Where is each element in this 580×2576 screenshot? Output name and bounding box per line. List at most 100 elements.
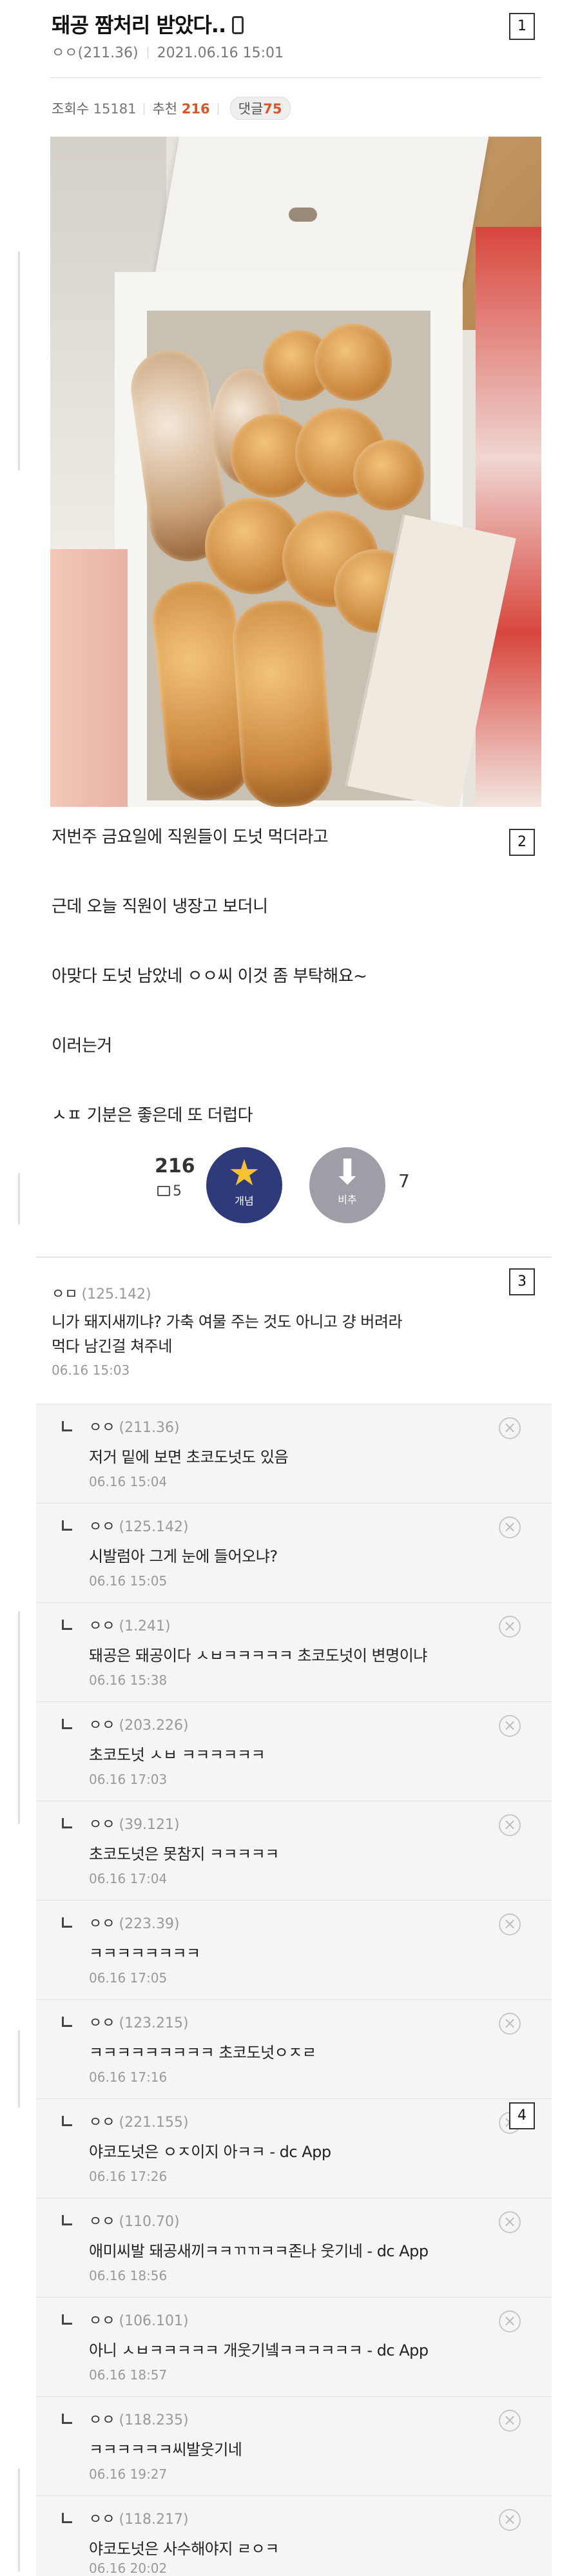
comment-icon bbox=[157, 1186, 170, 1196]
arrow-down-icon: ⬇ bbox=[333, 1152, 362, 1192]
reply-nick: ㅇㅇ bbox=[89, 2015, 115, 2031]
reply-nick: ㅇㅇ bbox=[89, 2115, 115, 2131]
delete-icon[interactable]: × bbox=[499, 1814, 521, 1836]
reply-author[interactable]: ㅇㅇ (125.142) bbox=[89, 1515, 189, 1536]
reply-author[interactable]: ㅇㅇ (39.121) bbox=[89, 1813, 180, 1834]
delete-icon[interactable]: × bbox=[499, 1616, 521, 1638]
post-title-text: 돼공 짬처리 받았다.. bbox=[52, 13, 226, 37]
post-author[interactable]: ㅇㅇ(211.36) bbox=[52, 45, 139, 61]
delete-icon[interactable]: × bbox=[499, 2211, 521, 2233]
reply-date: 06.16 15:04 bbox=[89, 1474, 168, 1489]
reply-ip: (39.121) bbox=[119, 1817, 180, 1833]
reply-nick: ㅇㅇ bbox=[89, 1420, 115, 1436]
reply-text: ㅋㅋㅋㅋㅋㅋ씨발웃기네 bbox=[89, 2441, 242, 2459]
reply-author[interactable]: ㅇㅇ (1.241) bbox=[89, 1614, 171, 1635]
reply-author[interactable]: ㅇㅇ (203.226) bbox=[89, 1714, 189, 1734]
reply-item: ㅇㅇ (1.241) 돼공은 돼공이다 ㅅㅂㅋㅋㅋㅋㅋ 초코도넛이 변명이냐 06… bbox=[36, 1602, 552, 1701]
reply-nick: ㅇㅇ bbox=[89, 2214, 115, 2230]
post-title: 돼공 짬처리 받았다.. bbox=[52, 9, 244, 39]
reply-date: 06.16 17:05 bbox=[89, 1970, 168, 1986]
reply-arrow-icon bbox=[62, 1421, 72, 1431]
marker-4: 4 bbox=[509, 2102, 535, 2129]
reply-author[interactable]: ㅇㅇ (106.101) bbox=[89, 2309, 189, 2330]
post-meta: ㅇㅇ(211.36) 2021.06.16 15:01 bbox=[52, 41, 284, 62]
reply-text: 애미씨발 돼공새끼ㅋㅋㄲㄲㅋㅋ존나 웃기네 - dc App bbox=[89, 2242, 429, 2260]
vote-up-button[interactable]: ★ 개념 bbox=[206, 1147, 282, 1223]
reply-nick: ㅇㅇ bbox=[89, 1519, 115, 1535]
reply-text: 아니 ㅅㅂㅋㅋㅋㅋㅋ 개웃기넼ㅋㅋㅋㅋㅋㅋ - dc App bbox=[89, 2341, 429, 2359]
reply-author[interactable]: ㅇㅇ (123.215) bbox=[89, 2011, 189, 2032]
delete-icon[interactable]: × bbox=[499, 1715, 521, 1737]
reply-ip: (1.241) bbox=[119, 1618, 171, 1634]
delete-icon[interactable]: × bbox=[499, 2509, 521, 2531]
reply-ip: (123.215) bbox=[119, 2015, 189, 2031]
delete-icon[interactable]: × bbox=[499, 2410, 521, 2432]
edge-line bbox=[18, 2468, 20, 2571]
reply-text: 야코도넛은 ㅇㅈ이지 아ㅋㅋ - dc App bbox=[89, 2143, 331, 2161]
reply-nick: ㅇㅇ bbox=[89, 1718, 115, 1734]
reply-arrow-icon bbox=[62, 2116, 72, 2126]
reply-author[interactable]: ㅇㅇ (211.36) bbox=[89, 1416, 180, 1437]
reply-text: 초코도넛 ㅅㅂ ㅋㅋㅋㅋㅋㅋ bbox=[89, 1746, 266, 1764]
delete-icon[interactable]: × bbox=[499, 2013, 521, 2035]
reply-date: 06.16 18:57 bbox=[89, 2367, 168, 2383]
reply-text: 초코도넛은 못참지 ㅋㅋㅋㅋㅋ bbox=[89, 1845, 279, 1863]
reply-ip: (118.235) bbox=[119, 2412, 189, 2428]
photo-box-lid bbox=[153, 137, 489, 285]
reply-date: 06.16 15:38 bbox=[89, 1672, 168, 1688]
reply-date: 06.16 19:27 bbox=[89, 2466, 168, 2482]
reply-ip: (223.39) bbox=[119, 1916, 180, 1932]
recommend-count: 216 bbox=[181, 101, 210, 117]
header-divider bbox=[50, 77, 541, 78]
reply-author[interactable]: ㅇㅇ (118.217) bbox=[89, 2508, 189, 2528]
comment-date: 06.16 15:03 bbox=[52, 1362, 130, 1378]
reply-date: 06.16 18:56 bbox=[89, 2268, 168, 2283]
reply-arrow-icon bbox=[62, 1818, 72, 1828]
comment-text-line-2: 먹다 남긴걸 쳐주네 bbox=[52, 1337, 172, 1355]
comment-author[interactable]: ㅇㅁ (125.142) bbox=[52, 1283, 528, 1303]
reply-arrow-icon bbox=[62, 2513, 72, 2523]
star-icon: ★ bbox=[227, 1152, 261, 1194]
comments-count: 75 bbox=[263, 101, 282, 117]
vote-comment-count-value: 5 bbox=[173, 1183, 182, 1199]
reply-author[interactable]: ㅇㅇ (118.235) bbox=[89, 2408, 189, 2429]
reply-date: 06.16 17:26 bbox=[89, 2169, 168, 2184]
reply-author[interactable]: ㅇㅇ (221.155) bbox=[89, 2111, 189, 2131]
comment-item: ㅇㅁ (125.142) 니가 돼지새끼냐? 가축 여물 주는 것도 아니고 걍 … bbox=[52, 1283, 528, 1378]
reply-nick: ㅇㅇ bbox=[89, 2313, 115, 2329]
post-photo[interactable] bbox=[50, 137, 541, 807]
comment-ip: (125.142) bbox=[81, 1286, 151, 1303]
reply-nick: ㅇㅇ bbox=[89, 1916, 115, 1932]
delete-icon[interactable]: × bbox=[499, 1516, 521, 1538]
post-stats: 조회수 15181 추천 216 댓글75 bbox=[52, 97, 291, 120]
reply-nick: ㅇㅇ bbox=[89, 1817, 115, 1833]
reply-item: ㅇㅇ (203.226) 초코도넛 ㅅㅂ ㅋㅋㅋㅋㅋㅋ 06.16 17:03 × bbox=[36, 1701, 552, 1801]
reply-arrow-icon bbox=[62, 2215, 72, 2225]
reply-date: 06.16 17:16 bbox=[89, 2069, 168, 2085]
reply-ip: (203.226) bbox=[119, 1718, 189, 1734]
body-line-3: 아맞다 도넛 남았네 ㅇㅇ씨 이것 좀 부탁해요~ bbox=[52, 967, 367, 986]
reply-date: 06.16 15:05 bbox=[89, 1573, 168, 1589]
vote-up-label: 개념 bbox=[235, 1195, 254, 1207]
reply-nick: ㅇㅇ bbox=[89, 2412, 115, 2428]
delete-icon[interactable]: × bbox=[499, 1913, 521, 1935]
reply-ip: (211.36) bbox=[119, 1420, 180, 1436]
reply-author[interactable]: ㅇㅇ (110.70) bbox=[89, 2210, 180, 2231]
comments-badge[interactable]: 댓글75 bbox=[229, 97, 291, 120]
reply-text: 야코도넛은 사수해야지 ㄹㅇㅋ bbox=[89, 2540, 279, 2558]
reply-item: ㅇㅇ (118.217) 야코도넛은 사수해야지 ㄹㅇㅋ 06.16 20:02 … bbox=[36, 2495, 552, 2576]
delete-icon[interactable]: × bbox=[499, 1417, 521, 1439]
reply-arrow-icon bbox=[62, 2017, 72, 2027]
marker-2: 2 bbox=[509, 829, 535, 856]
reply-ip: (125.142) bbox=[119, 1519, 189, 1535]
reply-item: ㅇㅇ (123.215) ㅋㅋㅋㅋㅋㅋㅋㅋㅋ 초코도넛ㅇㅈㄹ 06.16 17:1… bbox=[36, 1999, 552, 2098]
recommend-label: 추천 bbox=[152, 101, 178, 117]
reply-author[interactable]: ㅇㅇ (223.39) bbox=[89, 1912, 180, 1933]
vote-down-button[interactable]: ⬇ 비추 bbox=[309, 1147, 385, 1223]
reply-date: 06.16 17:04 bbox=[89, 1871, 168, 1886]
delete-icon[interactable]: × bbox=[499, 2310, 521, 2332]
photo-hand bbox=[50, 549, 128, 807]
views-label: 조회수 bbox=[52, 101, 89, 117]
vote-down-label: 비추 bbox=[338, 1194, 357, 1206]
reply-arrow-icon bbox=[62, 1520, 72, 1531]
